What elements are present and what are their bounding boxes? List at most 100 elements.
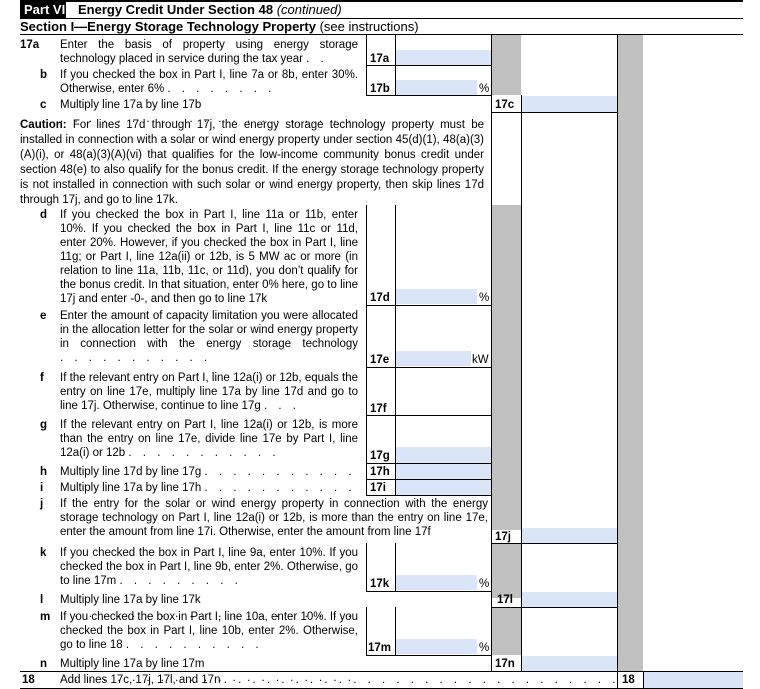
cell-border <box>366 479 367 495</box>
line-label: 18 <box>622 674 635 686</box>
line-17e-input[interactable] <box>395 351 471 366</box>
percent-unit: % <box>479 642 490 654</box>
line-letter: h <box>40 466 48 478</box>
kw-unit: kW <box>472 354 489 366</box>
line-number: 18 <box>22 674 35 686</box>
line-number: 17a <box>20 39 40 51</box>
cell-border <box>395 463 396 479</box>
line-letter: b <box>40 69 48 81</box>
cell-border <box>366 591 491 592</box>
line-17j-input[interactable] <box>522 528 617 543</box>
line-17d-input[interactable] <box>395 289 477 304</box>
line-label: 17d <box>370 292 390 304</box>
line-18-text: Add lines 17c, 17j, 17l, and 17n . . . .… <box>60 674 616 686</box>
cell-border <box>491 543 617 544</box>
line-label: 17i <box>370 482 386 494</box>
cell-border <box>395 65 396 95</box>
cell-border <box>366 305 491 306</box>
line-letter: f <box>40 372 44 384</box>
cell-border <box>366 607 367 655</box>
line-17k-input[interactable] <box>395 575 477 590</box>
line-17j-text: If the entry for the solar or wind energ… <box>60 498 488 538</box>
line-label: 17a <box>370 53 390 65</box>
line-label: 17e <box>370 354 390 366</box>
caution-note: Caution: For lines 17d through 17j, the … <box>20 119 484 206</box>
column-border <box>491 35 492 671</box>
line-17h-input[interactable] <box>395 464 491 479</box>
line-letter: e <box>40 310 47 322</box>
line-label: 17n <box>495 658 515 670</box>
section-title: Section I—Energy Storage Technology Prop… <box>20 19 419 34</box>
percent-unit: % <box>479 83 490 95</box>
line-18-input[interactable] <box>644 672 743 688</box>
cell-border <box>366 205 367 305</box>
line-label: 17k <box>370 578 390 590</box>
line-letter: n <box>40 658 48 670</box>
line-17d-text: If you checked the box in Part I, line 1… <box>60 209 358 305</box>
line-label: 17g <box>370 450 390 462</box>
row-divider <box>20 671 743 672</box>
line-letter: c <box>40 99 47 111</box>
cell-border <box>395 543 396 591</box>
line-label: 17f <box>370 403 387 415</box>
line-letter: k <box>40 547 47 559</box>
cell-border <box>395 479 396 495</box>
line-17l-input[interactable] <box>522 592 617 607</box>
line-label: 17j <box>495 531 511 543</box>
cell-border <box>395 367 396 415</box>
line-letter: j <box>40 498 44 510</box>
line-label: 17b <box>370 83 390 95</box>
line-17g-input[interactable] <box>395 447 491 463</box>
line-letter: i <box>40 482 44 494</box>
cell-border <box>395 607 396 655</box>
line-17n-input[interactable] <box>522 656 617 671</box>
line-17k-text: If you checked the box in Part I, line 9… <box>60 547 358 587</box>
cell-border <box>366 367 367 415</box>
cell-border <box>366 95 491 96</box>
cell-border <box>395 415 396 463</box>
column-border <box>617 35 618 689</box>
line-label: 17h <box>370 466 390 478</box>
cell-border <box>366 415 367 463</box>
cell-border <box>395 305 396 367</box>
line-17f-text: If the relevant entry on Part I, line 12… <box>60 372 358 412</box>
cell-border <box>366 35 367 65</box>
line-17b-text: If you checked the box in Part I, line 7… <box>60 69 358 95</box>
cell-border <box>366 463 367 479</box>
cell-border <box>366 655 491 656</box>
cell-border <box>491 112 617 113</box>
percent-unit: % <box>479 578 490 590</box>
cell-border <box>366 65 491 66</box>
cell-border <box>366 65 367 95</box>
line-letter: l <box>40 594 44 606</box>
cell-border <box>366 367 491 368</box>
cell-border <box>366 415 491 416</box>
part-badge: Part VI <box>20 2 66 18</box>
cell-border <box>366 305 367 367</box>
gray-column-m <box>491 607 521 655</box>
gray-column-k <box>491 543 521 598</box>
cell-border <box>366 495 491 496</box>
cell-border <box>366 543 367 591</box>
gray-column-upper <box>491 35 521 95</box>
line-17a-input[interactable] <box>395 50 491 65</box>
line-17h-text: Multiply line 17d by line 17g . . . . . … <box>60 466 356 478</box>
gray-column-right <box>617 35 643 671</box>
part-title: Energy Credit Under Section 48 (continue… <box>78 2 342 17</box>
line-17i-input[interactable] <box>395 480 491 495</box>
line-letter: g <box>40 419 48 431</box>
line-label: 17l <box>497 594 513 606</box>
percent-unit: % <box>479 292 490 304</box>
cell-border <box>395 205 396 305</box>
line-letter: m <box>40 611 51 623</box>
line-17m-input[interactable] <box>395 639 477 654</box>
line-letter: d <box>40 209 48 221</box>
line-label: 17m <box>368 642 392 654</box>
line-17a-text: Enter the basis of property using energy… <box>60 39 358 65</box>
line-17e-text: Enter the amount of capacity limitation … <box>60 310 358 364</box>
line-17c-input[interactable] <box>522 96 617 112</box>
column-border <box>521 95 522 671</box>
gray-column-middle <box>491 205 521 530</box>
line-label: 17c <box>495 99 515 111</box>
line-17b-input[interactable] <box>395 80 477 95</box>
